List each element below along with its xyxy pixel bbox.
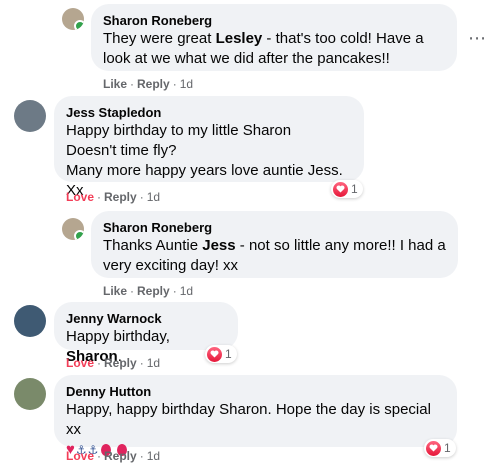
comment-bubble: Sharon Roneberg Thanks Auntie Jess - not…: [91, 211, 458, 278]
reply-button[interactable]: Reply: [137, 77, 170, 91]
comment-author[interactable]: Sharon Roneberg: [103, 219, 446, 236]
comment-bubble: Sharon Roneberg They were great Lesley -…: [91, 4, 457, 71]
comment-jenny: Jenny Warnock Happy birthday, Sharon. 1 …: [0, 302, 498, 375]
comment-timestamp[interactable]: 1d: [180, 77, 193, 91]
more-horizontal-icon[interactable]: ⋯: [468, 29, 486, 47]
comment-timestamp[interactable]: 1d: [147, 356, 160, 370]
avatar[interactable]: [14, 378, 46, 410]
love-button[interactable]: Love: [66, 449, 94, 463]
love-reaction-icon: [426, 440, 441, 456]
comment-denny: Denny Hutton Happy, happy birthday Sharo…: [0, 375, 498, 469]
comment-sharon-1: Sharon Roneberg They were great Lesley -…: [0, 0, 498, 95]
comment-jess: Jess Stapledon Happy birthday to my litt…: [0, 95, 498, 210]
mention-jess[interactable]: Jess: [202, 237, 235, 254]
reaction-badge[interactable]: 1: [424, 439, 456, 457]
comment-actions: Love · Reply · 1d: [66, 356, 161, 370]
comment-sharon-2: Sharon Roneberg Thanks Auntie Jess - not…: [0, 210, 498, 302]
comment-author[interactable]: Denny Hutton: [66, 383, 445, 400]
reply-button[interactable]: Reply: [104, 449, 137, 463]
love-reaction-icon: [207, 346, 222, 362]
comment-author[interactable]: Jess Stapledon: [66, 104, 352, 121]
reply-button[interactable]: Reply: [137, 284, 170, 298]
mention-lesley[interactable]: Lesley: [216, 30, 263, 47]
comment-bubble: Jenny Warnock Happy birthday, Sharon.: [54, 302, 238, 365]
online-indicator: [74, 230, 84, 240]
love-button[interactable]: Love: [66, 356, 94, 370]
comment-text: Happy, happy birthday Sharon. Hope the d…: [66, 401, 431, 438]
comment-actions: Love · Reply · 1d: [66, 449, 161, 463]
comment-author[interactable]: Sharon Roneberg: [103, 12, 445, 29]
comment-text: Thanks Auntie Jess - not so little any m…: [103, 237, 446, 274]
reaction-badge[interactable]: 1: [331, 180, 363, 198]
love-button[interactable]: Love: [66, 190, 94, 204]
avatar[interactable]: [62, 8, 84, 30]
comment-actions: Love · Reply · 1d: [66, 190, 161, 204]
like-button[interactable]: Like: [103, 284, 127, 298]
comment-timestamp[interactable]: 1d: [147, 449, 160, 463]
comment-timestamp[interactable]: 1d: [147, 190, 160, 204]
comment-bubble: Jess Stapledon Happy birthday to my litt…: [54, 96, 364, 199]
comment-timestamp[interactable]: 1d: [180, 284, 193, 298]
comment-actions: Like · Reply · 1d: [103, 284, 194, 298]
avatar[interactable]: [62, 218, 84, 240]
love-reaction-icon: [333, 181, 348, 197]
comment-actions: Like · Reply · 1d: [103, 77, 194, 91]
comment-bubble: Denny Hutton Happy, happy birthday Sharo…: [54, 375, 457, 458]
reaction-count: 1: [444, 441, 451, 455]
comment-text: They were great Lesley - that's too cold…: [103, 30, 424, 67]
avatar[interactable]: [14, 305, 46, 337]
like-button[interactable]: Like: [103, 77, 127, 91]
comment-author[interactable]: Jenny Warnock: [66, 310, 226, 327]
reaction-badge[interactable]: 1: [205, 345, 237, 363]
avatar[interactable]: [14, 100, 46, 132]
online-indicator: [74, 20, 84, 30]
reply-button[interactable]: Reply: [104, 356, 137, 370]
reaction-count: 1: [225, 347, 232, 361]
reaction-count: 1: [351, 182, 358, 196]
reply-button[interactable]: Reply: [104, 190, 137, 204]
